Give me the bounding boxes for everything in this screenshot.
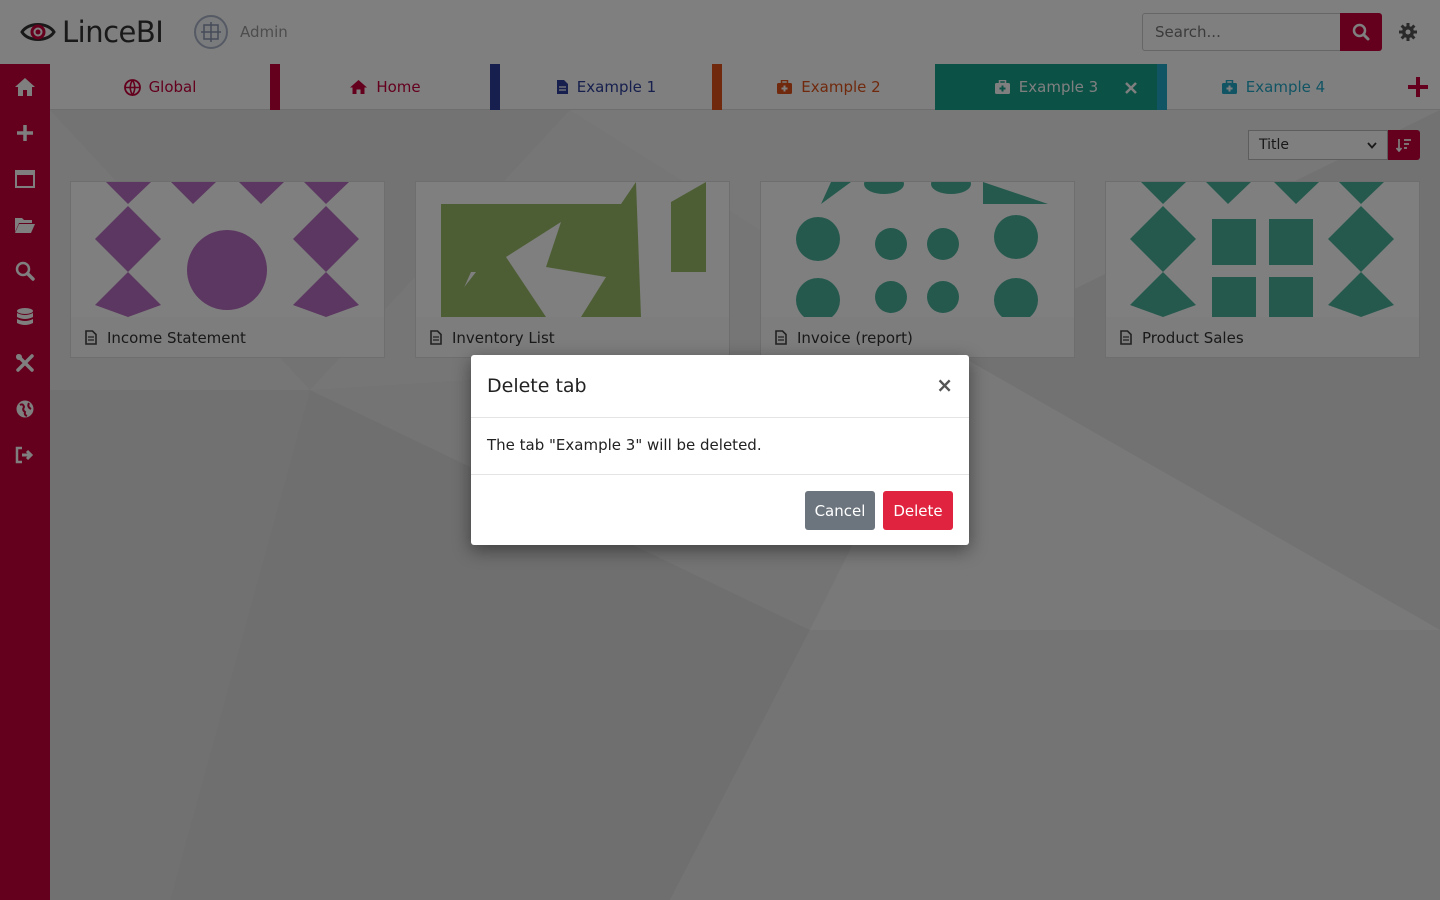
modal-title: Delete tab: [487, 375, 587, 397]
delete-button[interactable]: Delete: [883, 491, 953, 530]
modal-message: The tab "Example 3" will be deleted.: [487, 436, 762, 454]
modal-header: Delete tab ×: [471, 355, 969, 418]
delete-tab-dialog: Delete tab × The tab "Example 3" will be…: [471, 355, 969, 545]
cancel-button[interactable]: Cancel: [805, 491, 875, 530]
modal-footer: Cancel Delete: [471, 474, 969, 545]
close-icon[interactable]: ×: [936, 374, 953, 396]
